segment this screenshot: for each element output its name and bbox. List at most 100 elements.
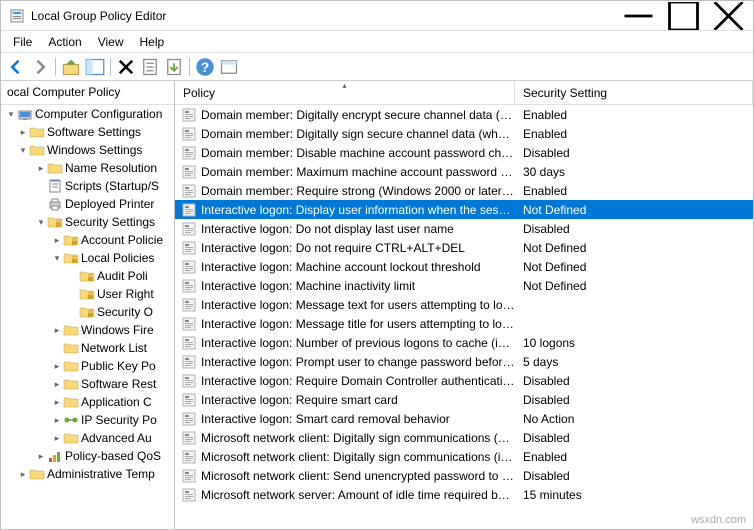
policy-row[interactable]: Interactive logon: Machine inactivity li…	[175, 276, 753, 295]
policy-row[interactable]: Microsoft network server: Amount of idle…	[175, 485, 753, 504]
delete-button[interactable]	[115, 56, 137, 78]
tree-node[interactable]: Scripts (Startup/S	[1, 177, 174, 195]
tree-node[interactable]: User Right	[1, 285, 174, 303]
policy-row[interactable]: Interactive logon: Machine account locko…	[175, 257, 753, 276]
maximize-button[interactable]	[661, 2, 706, 30]
policy-item-icon	[181, 354, 197, 370]
policy-row[interactable]: Interactive logon: Message text for user…	[175, 295, 753, 314]
policy-row[interactable]: Domain member: Digitally encrypt secure …	[175, 105, 753, 124]
policy-row[interactable]: Interactive logon: Require smart cardDis…	[175, 390, 753, 409]
collapse-icon[interactable]: ▾	[35, 217, 47, 228]
policy-row[interactable]: Interactive logon: Do not display last u…	[175, 219, 753, 238]
tree-node[interactable]: ▸Software Rest	[1, 375, 174, 393]
column-header-setting[interactable]: Security Setting	[515, 81, 753, 104]
expand-icon[interactable]: ▸	[35, 163, 47, 174]
tree-node[interactable]: Security O	[1, 303, 174, 321]
tree-node[interactable]: Audit Poli	[1, 267, 174, 285]
expand-icon[interactable]: ▸	[17, 127, 29, 138]
minimize-button[interactable]	[616, 2, 661, 30]
policy-row[interactable]: Domain member: Digitally sign secure cha…	[175, 124, 753, 143]
policy-row[interactable]: Interactive logon: Prompt user to change…	[175, 352, 753, 371]
menu-file[interactable]: File	[5, 33, 40, 51]
policy-row[interactable]: Interactive logon: Do not require CTRL+A…	[175, 238, 753, 257]
policy-name-cell: Interactive logon: Require Domain Contro…	[201, 374, 515, 388]
policy-row[interactable]: Domain member: Require strong (Windows 2…	[175, 181, 753, 200]
expand-icon[interactable]: ▸	[51, 235, 63, 246]
expand-icon[interactable]: ▸	[35, 451, 47, 462]
policy-name-cell: Domain member: Require strong (Windows 2…	[201, 184, 515, 198]
policy-name-cell: Interactive logon: Machine account locko…	[201, 260, 515, 274]
tree-node[interactable]: ▸Name Resolution	[1, 159, 174, 177]
policy-name-cell: Domain member: Digitally sign secure cha…	[201, 127, 515, 141]
policy-row[interactable]: Interactive logon: Display user informat…	[175, 200, 753, 219]
policy-row[interactable]: Domain member: Disable machine account p…	[175, 143, 753, 162]
help-button[interactable]: ?	[194, 56, 216, 78]
properties-button[interactable]	[139, 56, 161, 78]
menu-view[interactable]: View	[90, 33, 132, 51]
tree-node[interactable]: ▸Public Key Po	[1, 357, 174, 375]
expand-icon[interactable]: ▸	[51, 415, 63, 426]
menu-action[interactable]: Action	[40, 33, 89, 51]
folder-lock-icon	[79, 304, 95, 320]
tree-node[interactable]: ▾Local Policies	[1, 249, 174, 267]
expand-icon[interactable]: ▸	[51, 379, 63, 390]
policy-name-cell: Interactive logon: Display user informat…	[201, 203, 515, 217]
policy-setting-cell: Enabled	[515, 450, 753, 464]
policy-row[interactable]: Interactive logon: Number of previous lo…	[175, 333, 753, 352]
policy-row[interactable]: Microsoft network client: Digitally sign…	[175, 447, 753, 466]
policy-row[interactable]: Microsoft network client: Digitally sign…	[175, 428, 753, 447]
policy-item-icon	[181, 430, 197, 446]
expand-icon[interactable]: ▸	[51, 397, 63, 408]
folder-lock-icon	[79, 268, 95, 284]
policy-row[interactable]: Interactive logon: Smart card removal be…	[175, 409, 753, 428]
policy-row[interactable]: Interactive logon: Require Domain Contro…	[175, 371, 753, 390]
tree-node[interactable]: ▾ Security Settings	[1, 213, 174, 231]
filter-button[interactable]	[218, 56, 240, 78]
tree-node[interactable]: ▸Software Settings	[1, 123, 174, 141]
folder-icon	[63, 394, 79, 410]
tree-node[interactable]: ▸ IP Security Po	[1, 411, 174, 429]
expand-icon[interactable]: ▸	[51, 361, 63, 372]
folder-icon	[63, 340, 79, 356]
tree-label: Scripts (Startup/S	[65, 179, 159, 193]
back-button[interactable]	[5, 56, 27, 78]
policy-row[interactable]: Microsoft network client: Send unencrypt…	[175, 466, 753, 485]
tree-node[interactable]: ▸Policy-based QoS	[1, 447, 174, 465]
expand-icon[interactable]: ▸	[51, 325, 63, 336]
tree-label: IP Security Po	[81, 413, 157, 427]
tree-label: Application C	[81, 395, 152, 409]
collapse-icon[interactable]: ▾	[51, 253, 63, 264]
policy-row[interactable]: Domain member: Maximum machine account p…	[175, 162, 753, 181]
tree-label: Computer Configuration	[35, 107, 162, 121]
policy-setting-cell: Not Defined	[515, 241, 753, 255]
tree-node[interactable]: ▸Advanced Au	[1, 429, 174, 447]
tree-node[interactable]: ▸Windows Fire	[1, 321, 174, 339]
expand-icon[interactable]: ▸	[51, 433, 63, 444]
tree-node[interactable]: ▸Account Policie	[1, 231, 174, 249]
tree-label: Security Settings	[65, 215, 155, 229]
forward-button[interactable]	[29, 56, 51, 78]
expand-icon[interactable]: ▸	[17, 469, 29, 480]
column-header-policy[interactable]: Policy ▴	[175, 81, 515, 104]
tree-node[interactable]: Deployed Printer	[1, 195, 174, 213]
policy-row[interactable]: Interactive logon: Message title for use…	[175, 314, 753, 333]
export-button[interactable]	[163, 56, 185, 78]
policy-setting-cell: Disabled	[515, 222, 753, 236]
policy-item-icon	[181, 278, 197, 294]
tree-header[interactable]: ocal Computer Policy	[1, 81, 174, 105]
collapse-icon[interactable]: ▾	[17, 145, 29, 156]
policy-setting-cell: Disabled	[515, 374, 753, 388]
tree-node[interactable]: Network List	[1, 339, 174, 357]
config-icon	[17, 106, 33, 122]
up-button[interactable]	[60, 56, 82, 78]
tree-node[interactable]: ▸ Application C	[1, 393, 174, 411]
close-button[interactable]	[706, 2, 751, 30]
menu-help[interactable]: Help	[132, 33, 173, 51]
show-hide-tree-button[interactable]	[84, 56, 106, 78]
tree-panel: ocal Computer Policy ▾ Computer Configura…	[1, 81, 175, 529]
tree-node[interactable]: ▾ Computer Configuration	[1, 105, 174, 123]
policy-name-cell: Microsoft network client: Send unencrypt…	[201, 469, 515, 483]
collapse-icon[interactable]: ▾	[5, 109, 17, 120]
tree-node[interactable]: ▾Windows Settings	[1, 141, 174, 159]
tree-node[interactable]: ▸Administrative Temp	[1, 465, 174, 483]
